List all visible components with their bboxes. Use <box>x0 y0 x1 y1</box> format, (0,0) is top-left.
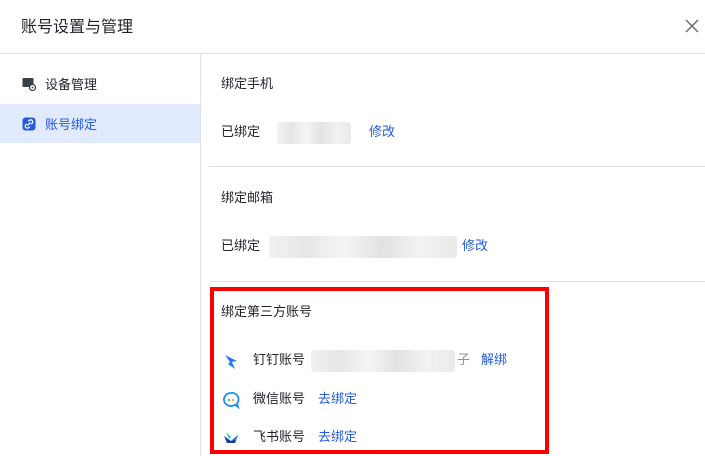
sidebar-item-device-management[interactable]: 设备管理 <box>0 64 200 103</box>
dialog-header: 账号设置与管理 <box>0 0 705 54</box>
wechat-bind-link[interactable]: 去绑定 <box>318 391 357 409</box>
feishu-label: 飞书账号 <box>253 430 306 445</box>
dialog-title: 账号设置与管理 <box>21 17 134 36</box>
third-party-section-title: 绑定第三方账号 <box>221 305 313 320</box>
email-status: 已绑定 <box>221 239 261 254</box>
sidebar-item-account-binding[interactable]: 账号绑定 <box>0 104 200 143</box>
dingtalk-label: 钉钉账号 <box>253 353 306 368</box>
wechat-label: 微信账号 <box>253 392 306 407</box>
phone-section-title: 绑定手机 <box>221 77 274 92</box>
dingtalk-account-suffix: 子 <box>457 353 471 368</box>
feishu-bind-link[interactable]: 去绑定 <box>318 429 357 447</box>
dingtalk-account-masked <box>311 350 455 372</box>
device-icon <box>22 77 36 91</box>
feishu-icon <box>224 432 238 443</box>
main-content: 绑定手机 已绑定 修改 绑定邮箱 已绑定 修改 绑定第三方账号 钉钉账号 子 解… <box>201 54 705 456</box>
phone-edit-link[interactable]: 修改 <box>369 124 395 142</box>
link-icon <box>22 117 36 131</box>
email-address-masked <box>269 236 457 258</box>
wechat-icon <box>223 392 240 410</box>
dingtalk-icon <box>225 355 237 369</box>
divider <box>209 166 705 167</box>
email-section-title: 绑定邮箱 <box>221 191 274 206</box>
dingtalk-unbind-link[interactable]: 解绑 <box>481 352 507 370</box>
email-edit-link[interactable]: 修改 <box>462 238 488 256</box>
close-icon[interactable] <box>682 16 702 36</box>
phone-status: 已绑定 <box>221 125 261 140</box>
sidebar-item-label: 账号绑定 <box>45 118 98 133</box>
sidebar-item-label: 设备管理 <box>45 78 98 93</box>
sidebar: 设备管理 账号绑定 <box>0 54 201 456</box>
divider <box>209 281 705 282</box>
account-settings-dialog: 账号设置与管理 设备管理 账号绑定 绑定手机 已绑定 修改 绑定邮箱 已绑定 修… <box>0 0 705 456</box>
phone-number-masked <box>277 122 351 144</box>
